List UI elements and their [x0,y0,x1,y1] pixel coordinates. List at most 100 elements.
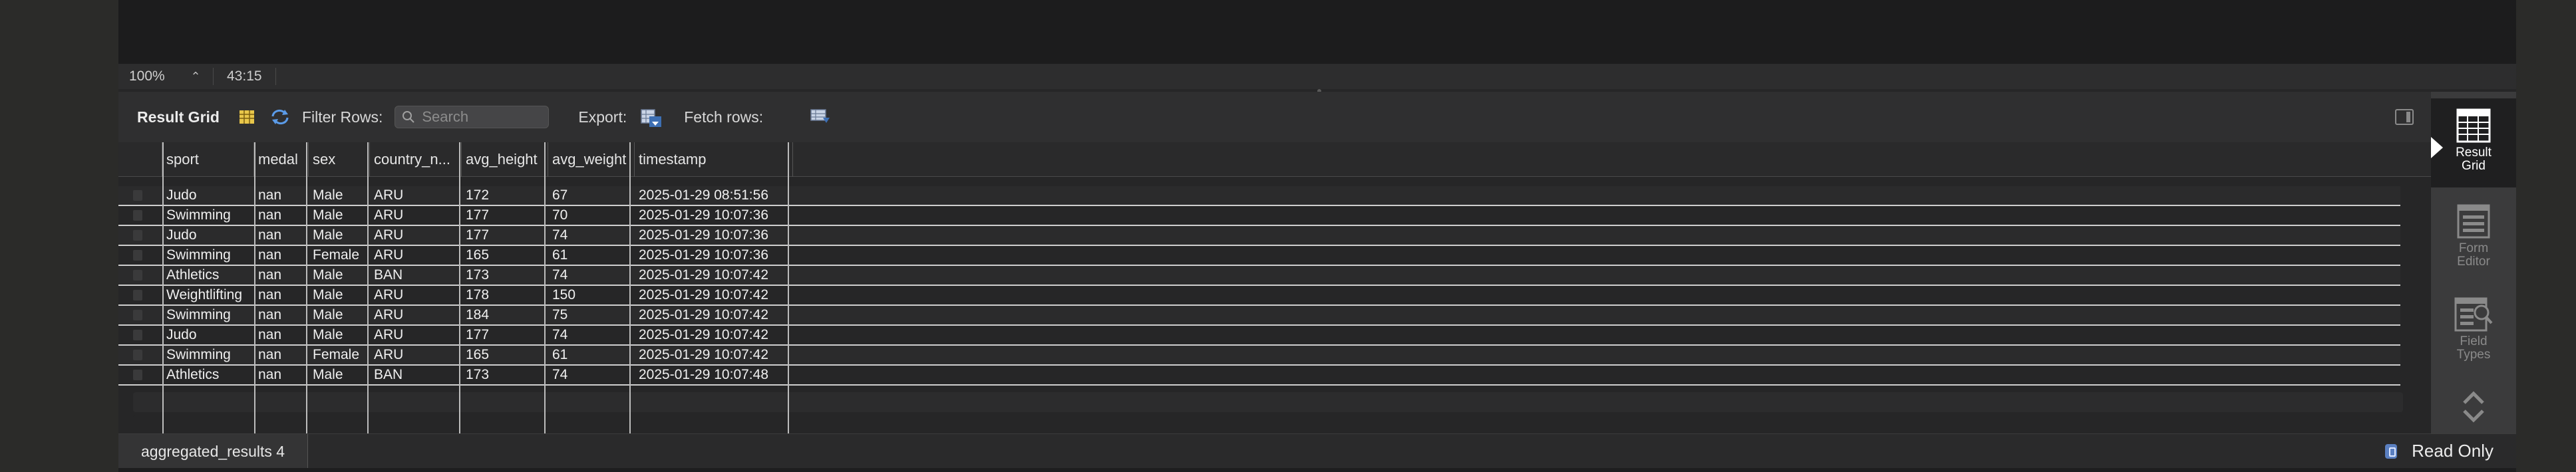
table-row[interactable]: Swimming nan Female ARU 165 61 2025-01-29 10:0… [118,346,2400,366]
row-selector[interactable] [133,370,142,380]
cell-country[interactable]: ARU [370,346,462,364]
cell-avg-height[interactable]: 184 [462,306,548,324]
cell-country[interactable]: ARU [370,306,462,324]
refresh-icon[interactable] [270,108,289,126]
cell-timestamp[interactable]: 2025-01-29 10:07:42 [635,306,793,324]
fetch-rows-icon[interactable] [810,108,830,126]
cell-medal[interactable]: nan [254,226,309,245]
cell-timestamp[interactable]: 2025-01-29 10:07:36 [635,246,793,265]
cell-avg-weight[interactable]: 61 [548,346,635,364]
cell-avg-height[interactable]: 173 [462,366,548,384]
row-selector[interactable] [133,250,142,261]
result-grid[interactable]: sport medal sex country_n... avg_height … [118,142,2431,433]
cell-country[interactable]: BAN [370,266,462,285]
column-header-timestamp[interactable]: timestamp [635,142,793,177]
table-row[interactable]: Athletics nan Male BAN 173 74 2025-01-29 10:07… [118,266,2400,286]
cell-country[interactable]: ARU [370,186,462,205]
field-types-button[interactable]: Field Types [2431,290,2516,375]
table-row[interactable]: Judo nan Male ARU 177 74 2025-01-29 10:07:42 [118,326,2400,346]
cell-avg-weight[interactable]: 75 [548,306,635,324]
row-selector[interactable] [133,190,142,201]
row-selector[interactable] [133,230,142,241]
cell-avg-height[interactable]: 165 [462,346,548,364]
cell-timestamp[interactable]: 2025-01-29 10:07:48 [635,366,793,384]
column-header-avg-height[interactable]: avg_height [462,142,548,177]
column-header-avg-weight[interactable]: avg_weight [548,142,635,177]
cell-sport[interactable]: Swimming [162,306,254,324]
cell-sport[interactable]: Swimming [162,206,254,225]
cell-country[interactable]: ARU [370,286,462,304]
cell-medal[interactable]: nan [254,346,309,364]
sql-editor-area[interactable] [118,0,2516,64]
cell-avg-height[interactable]: 178 [462,286,548,304]
result-grid-button[interactable]: Result Grid [2431,98,2516,187]
cell-sex[interactable]: Male [309,206,370,225]
cell-country[interactable]: ARU [370,326,462,344]
cell-medal[interactable]: nan [254,266,309,285]
cell-avg-height[interactable]: 173 [462,266,548,285]
cell-avg-weight[interactable]: 70 [548,206,635,225]
table-row[interactable]: Swimming nan Male ARU 177 70 2025-01-29 10:07:… [118,206,2400,226]
zoom-stepper-icon[interactable]: ⌃ [182,70,209,84]
cell-timestamp[interactable]: 2025-01-29 10:07:36 [635,206,793,225]
cell-sport[interactable]: Weightlifting [162,286,254,304]
column-header-sport[interactable]: sport [162,142,254,177]
cell-timestamp[interactable]: 2025-01-29 10:07:42 [635,286,793,304]
cell-avg-weight[interactable]: 61 [548,246,635,265]
cell-avg-weight[interactable]: 74 [548,266,635,285]
cell-sport[interactable]: Athletics [162,366,254,384]
cell-timestamp[interactable]: 2025-01-29 10:07:42 [635,346,793,364]
cell-avg-height[interactable]: 177 [462,206,548,225]
cell-avg-height[interactable]: 177 [462,226,548,245]
cell-timestamp[interactable]: 2025-01-29 10:07:42 [635,326,793,344]
grid-view-icon[interactable] [238,108,255,126]
cell-avg-height[interactable]: 177 [462,326,548,344]
cell-avg-weight[interactable]: 74 [548,226,635,245]
table-row[interactable]: Judo nan Male ARU 177 74 2025-01-29 10:07:36 [118,226,2400,246]
cell-medal[interactable]: nan [254,186,309,205]
cell-sport[interactable]: Judo [162,226,254,245]
cell-medal[interactable]: nan [254,206,309,225]
cell-sex[interactable]: Male [309,226,370,245]
row-selector[interactable] [133,310,142,320]
cell-avg-weight[interactable]: 150 [548,286,635,304]
cell-sex[interactable]: Female [309,246,370,265]
column-header-medal[interactable]: medal [254,142,309,177]
cell-avg-weight[interactable]: 74 [548,366,635,384]
cell-sport[interactable]: Athletics [162,266,254,285]
cell-sex[interactable]: Male [309,186,370,205]
export-icon[interactable] [640,108,662,127]
cell-sex[interactable]: Male [309,366,370,384]
side-panel-scroll[interactable] [2431,387,2516,427]
cell-country[interactable]: ARU [370,206,462,225]
cell-medal[interactable]: nan [254,306,309,324]
result-tab[interactable]: aggregated_results 4 [118,433,309,469]
table-row[interactable]: Swimming nan Male ARU 184 75 2025-01-29 10:07:… [118,306,2400,326]
cell-sex[interactable]: Male [309,286,370,304]
row-selector[interactable] [133,350,142,360]
cell-avg-weight[interactable]: 74 [548,326,635,344]
row-selector[interactable] [133,210,142,221]
table-row[interactable]: Judo nan Male ARU 172 67 2025-01-29 08:51:56 [118,186,2400,206]
cell-sport[interactable]: Swimming [162,246,254,265]
cell-country[interactable]: ARU [370,246,462,265]
row-selector[interactable] [133,330,142,340]
column-header-sex[interactable]: sex [309,142,370,177]
cell-timestamp[interactable]: 2025-01-29 10:07:42 [635,266,793,285]
cell-sport[interactable]: Judo [162,326,254,344]
cell-timestamp[interactable]: 2025-01-29 08:51:56 [635,186,793,205]
cell-sport[interactable]: Judo [162,186,254,205]
cell-medal[interactable]: nan [254,246,309,265]
table-row[interactable]: Swimming nan Female ARU 165 61 2025-01-29 10:0… [118,246,2400,266]
table-row[interactable]: Weightlifting nan Male ARU 178 150 2025-01-29 … [118,286,2400,306]
cell-timestamp[interactable]: 2025-01-29 10:07:36 [635,226,793,245]
cell-sex[interactable]: Female [309,346,370,364]
cell-avg-height[interactable]: 165 [462,246,548,265]
cell-sex[interactable]: Male [309,326,370,344]
cell-avg-height[interactable]: 172 [462,186,548,205]
filter-search-input[interactable]: Search [395,106,550,128]
row-selector[interactable] [133,290,142,300]
cell-medal[interactable]: nan [254,326,309,344]
cell-sport[interactable]: Swimming [162,346,254,364]
form-editor-button[interactable]: Form Editor [2431,197,2516,282]
